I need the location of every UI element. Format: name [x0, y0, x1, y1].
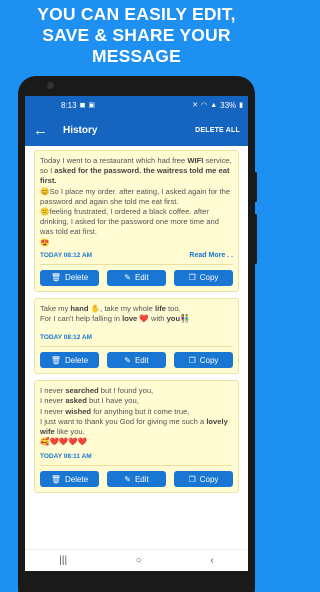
message-run: Take my [40, 303, 71, 313]
home-icon[interactable]: ○ [136, 555, 142, 566]
edit-label: Edit [134, 355, 149, 365]
delete-button[interactable]: 🗑 Delete [40, 471, 99, 488]
promo-headline: YOU CAN EASILY EDIT, SAVE & SHARE YOUR M… [0, 4, 273, 67]
card-divider [40, 263, 233, 265]
copy-button[interactable]: ❐ Copy [174, 269, 233, 286]
message-bold: asked [65, 396, 87, 406]
app-screen: 8:13 ◼ ▣ ✕ ◠ ▲ 33% ▮ ← History DELETE AL… [25, 96, 248, 571]
card-actions: 🗑 Delete ✎ Edit ❐ Copy [40, 269, 233, 286]
message-run: I never [40, 396, 66, 406]
wifi-icon: ◠ [201, 102, 208, 109]
card-divider [40, 346, 233, 348]
copy-label: Copy [199, 474, 219, 484]
message-bold: love [122, 314, 138, 324]
card-actions: 🗑 Delete ✎ Edit ❐ Copy [40, 471, 233, 488]
delete-all-button[interactable]: DELETE ALL [195, 127, 240, 134]
message-run: for anything but it come true, [91, 406, 190, 416]
message-bold: you [166, 314, 181, 324]
promo-line-3: MESSAGE [92, 46, 181, 66]
nav-back-icon[interactable]: ‹ [210, 555, 213, 566]
edit-button[interactable]: ✎ Edit [107, 471, 166, 488]
trash-icon: 🗑 [50, 273, 62, 283]
message-run: I never [40, 386, 66, 396]
copy-button[interactable]: ❐ Copy [174, 471, 233, 488]
history-list[interactable]: Today I went to a restaurant which had f… [25, 146, 248, 494]
message-run: but I found you, [98, 386, 154, 396]
promo-line-2: SAVE & SHARE YOUR [42, 25, 231, 45]
edit-label: Edit [134, 474, 149, 484]
copy-label: Copy [199, 273, 219, 283]
notification-icon: ◼ [79, 102, 86, 109]
edit-label: Edit [134, 273, 149, 283]
promo-line-1: YOU CAN EASILY EDIT, [37, 4, 236, 24]
message-run: I never [40, 406, 66, 416]
message-timestamp: TODAY 08:12 AM [40, 334, 93, 342]
mute-icon: ✕ [192, 102, 199, 109]
message-bold: searched [65, 386, 99, 396]
copy-icon: ❐ [188, 355, 196, 365]
page-title: History [63, 124, 98, 136]
message-run: too. [165, 303, 181, 313]
history-card: Take my hand ✋, take my whole life too. … [34, 297, 239, 375]
history-card: I never searched but I found you, I neve… [34, 380, 239, 494]
message-run: For I can't help falling in [40, 314, 123, 324]
battery-level: 33% [220, 100, 237, 110]
delete-label: Delete [65, 355, 89, 365]
message-timestamp: TODAY 08:12 AM [40, 251, 93, 259]
delete-button[interactable]: 🗑 Delete [40, 269, 99, 286]
message-run: ❤️ with [137, 314, 167, 324]
copy-label: Copy [199, 355, 219, 365]
message-run: 😕feeling frustrated, I ordered a black c… [40, 207, 219, 237]
read-more-link[interactable]: Read More . . [189, 252, 233, 259]
history-card: Today I went to a restaurant which had f… [34, 150, 239, 292]
message-emoji: 😍 [40, 237, 50, 247]
card-divider [40, 465, 233, 467]
phone-side-button [254, 172, 257, 202]
card-actions: 🗑 Delete ✎ Edit ❐ Copy [40, 352, 233, 369]
message-run: ✋, take my whole [88, 303, 155, 313]
message-text: Today I went to a restaurant which had f… [40, 156, 233, 248]
delete-label: Delete [65, 474, 89, 484]
pencil-icon: ✎ [124, 273, 131, 283]
message-bold: hand [70, 303, 89, 313]
status-time: 8:13 [61, 100, 77, 110]
status-bar: 8:13 ◼ ▣ ✕ ◠ ▲ 33% ▮ [25, 96, 248, 114]
message-run: like you. [54, 427, 85, 437]
message-bold: asked for the password. the waitress tol… [40, 166, 230, 186]
system-nav-bar: ||| ○ ‹ [25, 549, 248, 571]
message-bold: WIFI [187, 156, 204, 165]
message-bold: life [154, 303, 166, 313]
trash-icon: 🗑 [50, 355, 62, 365]
message-emoji: 👫 [180, 314, 190, 324]
copy-icon: ❐ [188, 474, 196, 484]
delete-label: Delete [65, 273, 89, 283]
edit-button[interactable]: ✎ Edit [107, 352, 166, 369]
arrow-left-icon[interactable]: ← [33, 122, 63, 139]
recents-icon[interactable]: ||| [59, 555, 67, 566]
message-timestamp: TODAY 08:11 AM [40, 453, 92, 461]
battery-icon: ▮ [239, 102, 243, 109]
pencil-icon: ✎ [124, 355, 131, 365]
message-bold: wished [65, 406, 92, 416]
message-text: Take my hand ✋, take my whole life too. … [40, 304, 233, 324]
image-icon: ▣ [88, 102, 96, 109]
copy-button[interactable]: ❐ Copy [174, 352, 233, 369]
message-run: but I have you, [86, 396, 139, 406]
message-run: I just want to thank you God for giving … [40, 416, 207, 426]
trash-icon: 🗑 [50, 474, 62, 484]
pencil-icon: ✎ [124, 474, 131, 484]
app-bar: ← History DELETE ALL [25, 114, 248, 146]
signal-icon: ▲ [210, 101, 218, 109]
front-camera [47, 82, 54, 89]
message-text: I never searched but I found you, I neve… [40, 386, 233, 447]
delete-button[interactable]: 🗑 Delete [40, 352, 99, 369]
copy-icon: ❐ [188, 273, 196, 283]
phone-side-button [254, 214, 257, 264]
edit-button[interactable]: ✎ Edit [107, 269, 166, 286]
message-run: Today I went to a restaurant which had f… [40, 156, 188, 165]
message-emoji: 🥰❤️❤️❤️❤️ [40, 437, 88, 447]
message-run: 😊So I place my order. after eating, I as… [40, 186, 231, 206]
